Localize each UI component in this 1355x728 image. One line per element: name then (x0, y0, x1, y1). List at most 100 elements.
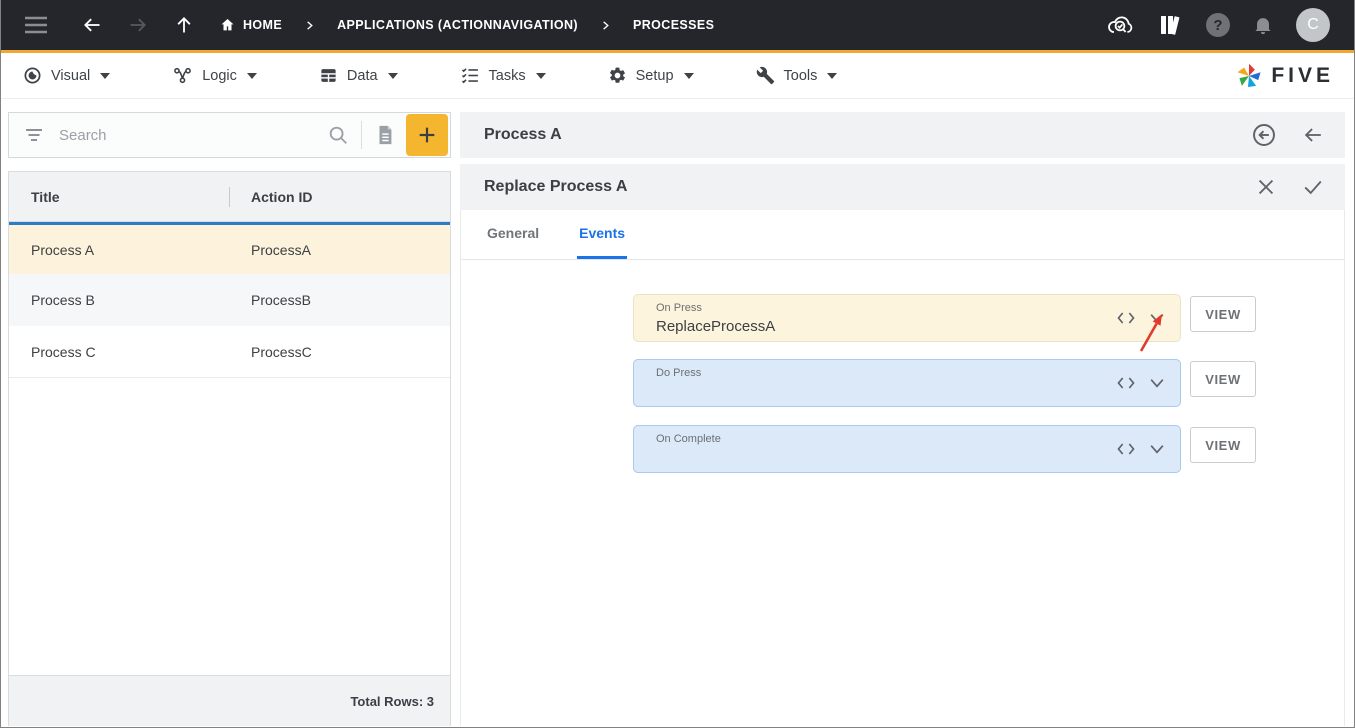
hamburger-menu-icon[interactable] (25, 16, 47, 34)
search-bar (8, 112, 451, 158)
dropdown-chevron-icon[interactable] (1147, 376, 1167, 390)
checklist-icon (460, 66, 480, 85)
copy-record-icon[interactable] (374, 123, 396, 147)
add-record-button[interactable] (406, 114, 448, 156)
table-row-process-a[interactable]: Process A ProcessA (9, 222, 450, 274)
do-press-field[interactable]: Do Press (633, 359, 1181, 407)
help-icon[interactable]: ? (1206, 13, 1230, 37)
chevron-right-icon (600, 19, 611, 32)
menu-data[interactable]: Data (319, 66, 398, 85)
menu-tasks[interactable]: Tasks (460, 66, 546, 85)
on-press-field[interactable]: On Press ReplaceProcessA (633, 294, 1181, 342)
notifications-bell-icon[interactable] (1252, 13, 1274, 37)
menu-tools[interactable]: Tools (756, 66, 838, 85)
event-field-row-do-press: Do Press VIEW (633, 359, 1256, 407)
filter-icon[interactable] (25, 128, 43, 142)
breadcrumb-home[interactable]: HOME (219, 17, 282, 33)
menu-visual[interactable]: Visual (23, 66, 110, 85)
column-header-title[interactable]: Title (9, 189, 229, 205)
caret-down-icon (536, 73, 546, 79)
code-editor-icon[interactable] (1116, 375, 1136, 391)
record-title: Process A (484, 126, 562, 144)
app-window: HOME APPLICATIONS (ACTIONNAVIGATION) PRO… (0, 0, 1355, 728)
tab-strip: General Events (461, 210, 1344, 260)
menu-visual-label: Visual (51, 68, 90, 84)
code-editor-icon[interactable] (1116, 441, 1136, 457)
caret-down-icon (247, 73, 257, 79)
event-field-row-on-press: On Press ReplaceProcessA VIEW (633, 294, 1256, 342)
column-header-action-id[interactable]: Action ID (229, 189, 450, 205)
cell-title: Process B (9, 292, 229, 308)
code-editor-icon[interactable] (1116, 310, 1136, 326)
menu-data-label: Data (347, 68, 378, 84)
field-label: Do Press (656, 367, 701, 379)
breadcrumb-home-label: HOME (243, 18, 282, 32)
cancel-icon[interactable] (1255, 176, 1277, 198)
brand-wordmark: FIVE (1271, 64, 1334, 88)
form-header: Replace Process A (460, 164, 1345, 210)
restore-circle-arrow-icon[interactable] (1251, 122, 1277, 148)
caret-down-icon (100, 73, 110, 79)
brand-logo: FIVE (1235, 62, 1334, 90)
breadcrumb-processes[interactable]: PROCESSES (633, 18, 714, 32)
form-title: Replace Process A (484, 178, 627, 196)
view-on-complete-button[interactable]: VIEW (1190, 427, 1256, 463)
records-table: Title Action ID Process A ProcessA Proce… (8, 171, 451, 726)
up-arrow-icon[interactable] (161, 14, 207, 36)
field-value: ReplaceProcessA (656, 318, 775, 335)
top-bar: HOME APPLICATIONS (ACTIONNAVIGATION) PRO… (1, 0, 1354, 50)
cell-action-id: ProcessA (229, 242, 450, 258)
forward-arrow-icon[interactable] (115, 15, 161, 35)
back-arrow-icon[interactable] (69, 15, 115, 35)
caret-down-icon (388, 73, 398, 79)
field-label: On Complete (656, 433, 721, 445)
back-to-list-icon[interactable] (1301, 124, 1325, 146)
save-check-icon[interactable] (1301, 176, 1325, 198)
menu-setup[interactable]: Setup (608, 66, 694, 85)
tools-icon (756, 66, 775, 85)
menu-bar: Visual Logic Data Tasks Setup Tools FIVE (1, 53, 1354, 99)
chevron-right-icon (304, 19, 315, 32)
caret-down-icon (827, 73, 837, 79)
view-on-press-button[interactable]: VIEW (1190, 296, 1256, 332)
menu-tools-label: Tools (784, 68, 818, 84)
tab-general[interactable]: General (485, 210, 541, 259)
search-input[interactable] (59, 127, 327, 144)
on-complete-field[interactable]: On Complete (633, 425, 1181, 473)
total-rows-label: Total Rows: 3 (350, 694, 434, 709)
cell-title: Process A (9, 242, 229, 258)
menu-logic[interactable]: Logic (172, 66, 257, 85)
cloud-inspect-icon[interactable] (1106, 13, 1136, 37)
five-pinwheel-icon (1235, 62, 1263, 90)
cell-action-id: ProcessC (229, 344, 450, 360)
gear-icon (608, 66, 627, 85)
plus-icon (416, 124, 438, 146)
field-label: On Press (656, 302, 702, 314)
content-area: Title Action ID Process A ProcessA Proce… (1, 99, 1354, 726)
record-header: Process A (460, 112, 1345, 158)
breadcrumb-applications[interactable]: APPLICATIONS (ACTIONNAVIGATION) (337, 18, 578, 32)
menu-setup-label: Setup (636, 68, 674, 84)
menu-logic-label: Logic (202, 68, 237, 84)
user-avatar[interactable]: C (1296, 8, 1330, 42)
table-row-process-b[interactable]: Process B ProcessB (9, 274, 450, 326)
cell-title: Process C (9, 344, 229, 360)
caret-down-icon (684, 73, 694, 79)
logic-flow-icon (172, 66, 193, 85)
dropdown-chevron-icon[interactable] (1147, 311, 1167, 325)
search-icon[interactable] (327, 124, 349, 146)
view-do-press-button[interactable]: VIEW (1190, 361, 1256, 397)
home-icon (219, 17, 236, 33)
documentation-books-icon[interactable] (1158, 13, 1184, 37)
event-field-row-on-complete: On Complete VIEW (633, 425, 1256, 473)
table-footer: Total Rows: 3 (9, 675, 450, 726)
table-header-row: Title Action ID (9, 172, 450, 222)
dropdown-chevron-icon[interactable] (1147, 442, 1167, 456)
divider (361, 121, 362, 149)
form-body: General Events On Press ReplaceProcessA … (460, 210, 1345, 726)
eye-icon (23, 66, 42, 85)
table-row-process-c[interactable]: Process C ProcessC (9, 326, 450, 378)
table-icon (319, 66, 338, 85)
tab-events[interactable]: Events (577, 210, 627, 259)
cell-action-id: ProcessB (229, 292, 450, 308)
